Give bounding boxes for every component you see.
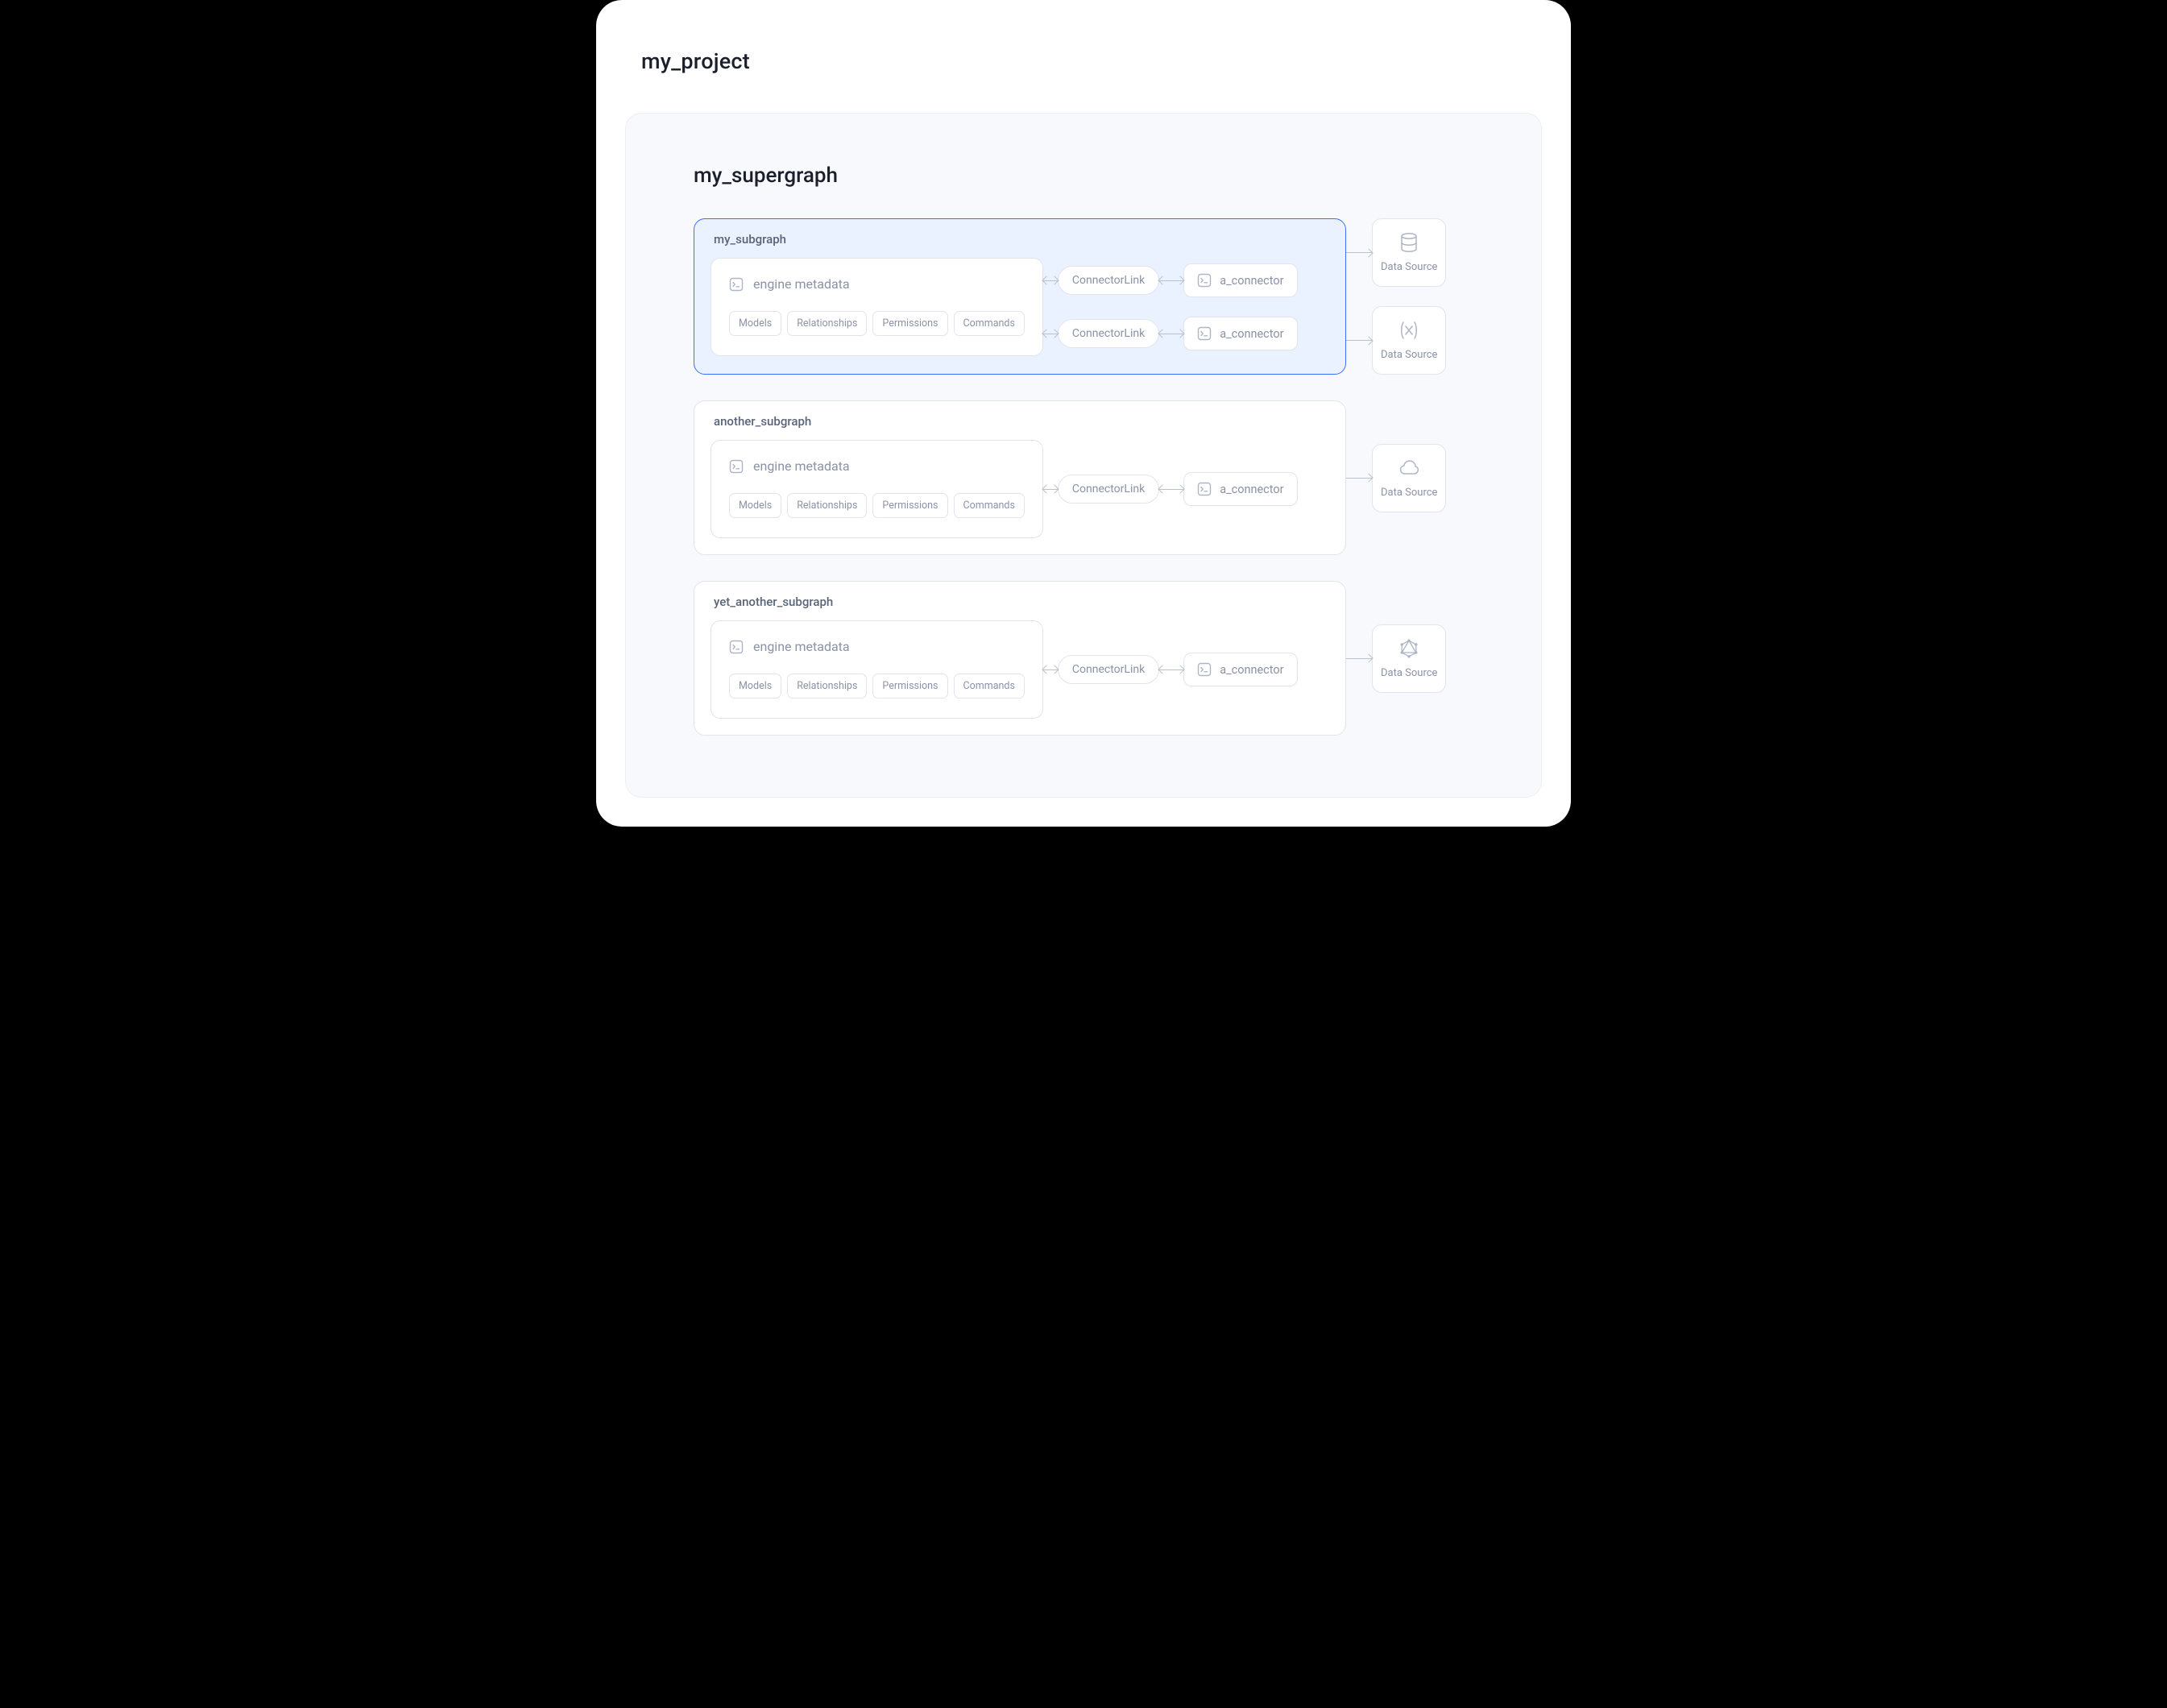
terminal-icon [729,459,744,474]
supergraph-title: my_supergraph [694,164,1473,188]
subgraph-title: yet_another_subgraph [714,595,1329,609]
connector-node: a_connector [1183,317,1297,350]
datasource-label: Data Source [1381,261,1437,273]
connector-node: a_connector [1183,472,1297,506]
metadata-chips: ModelsRelationshipsPermissions Commands [729,493,1025,518]
datasource-label: Data Source [1381,349,1437,361]
connector-arrow [1159,489,1183,490]
connector-label: a_connector [1220,274,1283,288]
database-icon [1398,232,1419,253]
metadata-box: engine metadata ModelsRelationshipsPermi… [711,440,1043,538]
supergraph-card: my_supergraph my_subgraph engine metadat… [625,113,1542,798]
connector-arrow [1043,489,1058,490]
subgraph-row: another_subgraph engine metadata ModelsR… [694,400,1473,555]
metadata-chips: ModelsRelationshipsPermissions Commands [729,674,1025,699]
subgraph-title: my_subgraph [714,232,1329,247]
metadata-chip: Models [729,493,781,518]
subgraph-title: another_subgraph [714,414,1329,429]
graphql-icon [1398,638,1419,659]
metadata-box: engine metadata ModelsRelationshipsPermi… [711,258,1043,356]
variable-icon [1398,320,1419,341]
connector-link-node: ConnectorLink [1058,319,1159,348]
connector-node: a_connector [1183,653,1297,686]
subgraph-box: my_subgraph engine metadata ModelsRelati… [694,218,1346,375]
flow-column: ConnectorLink a_connector [1043,620,1329,719]
metadata-chip: Commands [954,311,1025,336]
connector-arrow [1346,478,1372,479]
connector-link-label: ConnectorLink [1072,483,1145,495]
metadata-chip: Commands [954,674,1025,699]
metadata-box: engine metadata ModelsRelationshipsPermi… [711,620,1043,719]
connector-link-node: ConnectorLink [1058,266,1159,295]
metadata-chip: Relationships [787,493,867,518]
terminal-icon [1197,326,1212,341]
subgraph-box: yet_another_subgraph engine metadata Mod… [694,581,1346,736]
metadata-chip: Relationships [787,311,867,336]
connector-label: a_connector [1220,663,1283,677]
metadata-chip: Models [729,311,781,336]
metadata-title: engine metadata [753,276,850,292]
flow-line: ConnectorLink a_connector [1043,263,1329,297]
subgraph-box: another_subgraph engine metadata ModelsR… [694,400,1346,555]
datasource-label: Data Source [1381,667,1437,679]
flow-column: ConnectorLink a_connector [1043,440,1329,538]
flow-line: ConnectorLink a_connector [1043,472,1329,506]
datasource-node: Data Source [1372,306,1446,375]
datasource-node: Data Source [1372,624,1446,693]
metadata-chip: Relationships [787,674,867,699]
datasource-node: Data Source [1372,218,1446,287]
subgraph-row: yet_another_subgraph engine metadata Mod… [694,581,1473,736]
terminal-icon [1197,273,1212,288]
connector-link-label: ConnectorLink [1072,663,1145,676]
project-canvas: my_project my_supergraph my_subgraph eng… [596,0,1571,827]
metadata-title: engine metadata [753,639,850,654]
connector-link-label: ConnectorLink [1072,327,1145,340]
metadata-chips: ModelsRelationshipsPermissions Commands [729,311,1025,336]
cloud-icon [1398,458,1419,479]
connector-link-node: ConnectorLink [1058,475,1159,504]
connector-label: a_connector [1220,327,1283,341]
datasource-label: Data Source [1381,487,1437,499]
flow-line: ConnectorLink a_connector [1043,317,1329,350]
connector-arrow [1043,280,1058,281]
project-title: my_project [641,48,1542,74]
connector-arrow [1346,340,1372,341]
connector-link-label: ConnectorLink [1072,274,1145,287]
connector-arrow [1346,658,1372,659]
metadata-chip: Commands [954,493,1025,518]
terminal-icon [1197,662,1212,677]
connector-arrow [1346,252,1372,253]
metadata-chip: Permissions [872,311,947,336]
datasource-column: Data Source [1372,400,1509,555]
connector-node: a_connector [1183,263,1297,297]
datasource-node: Data Source [1372,444,1446,512]
metadata-chip: Models [729,674,781,699]
terminal-icon [729,277,744,292]
connector-arrow [1159,280,1183,281]
flow-line: ConnectorLink a_connector [1043,653,1329,686]
datasource-column: Data Source Data Source [1372,218,1509,375]
metadata-chip: Permissions [872,674,947,699]
terminal-icon [1197,482,1212,496]
metadata-title: engine metadata [753,458,850,474]
terminal-icon [729,640,744,654]
datasource-column: Data Source [1372,581,1509,736]
flow-column: ConnectorLink a_connector ConnectorLink … [1043,258,1329,356]
connector-label: a_connector [1220,483,1283,496]
subgraph-row: my_subgraph engine metadata ModelsRelati… [694,218,1473,375]
metadata-chip: Permissions [872,493,947,518]
connector-link-node: ConnectorLink [1058,655,1159,684]
